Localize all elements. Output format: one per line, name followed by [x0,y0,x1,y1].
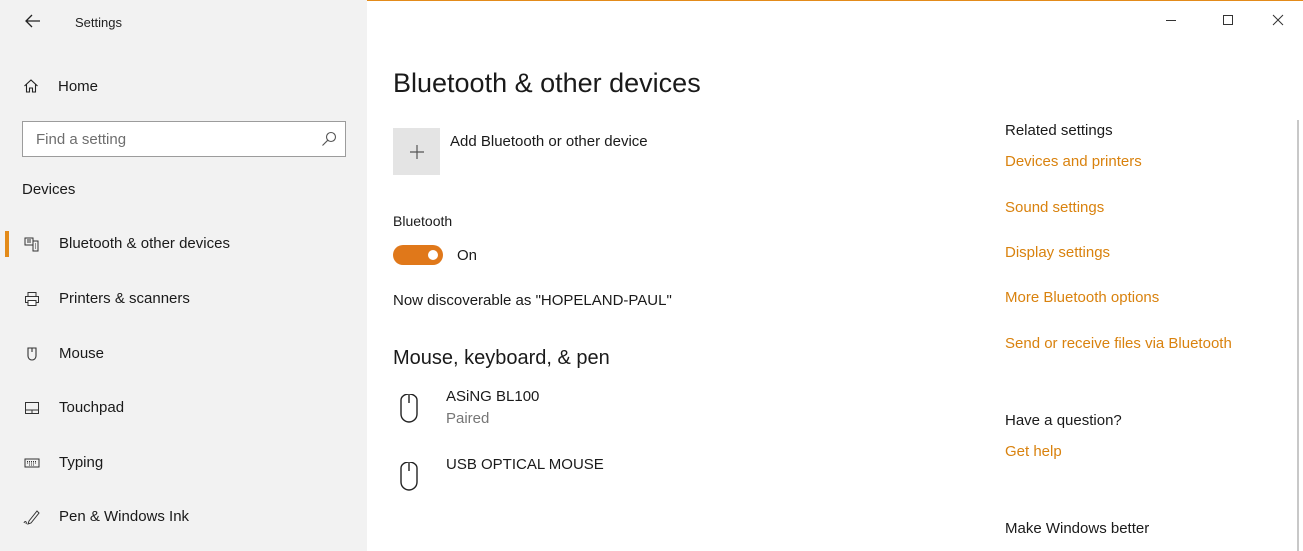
device-item[interactable]: USB OPTICAL MOUSE [393,456,713,506]
add-device-label: Add Bluetooth or other device [450,133,648,150]
link-more-bluetooth-options[interactable]: More Bluetooth options [1005,289,1159,306]
search-input[interactable] [36,130,306,148]
sidebar-item-label: Home [58,77,99,95]
related-settings-heading: Related settings [1005,122,1113,139]
plus-icon [409,144,424,159]
mouse-icon [23,345,41,363]
bluetooth-state: On [457,247,478,264]
sidebar-item-touchpad[interactable]: Touchpad [0,390,367,426]
selection-indicator [5,231,9,257]
device-group-title: Mouse, keyboard, & pen [393,347,610,369]
pen-icon [23,508,41,526]
link-display-settings[interactable]: Display settings [1005,244,1110,261]
device-item[interactable]: ASiNG BL100 Paired [393,388,713,438]
sidebar-item-label: Mouse [59,345,105,362]
touchpad-icon [23,399,41,417]
device-status: Paired [446,410,490,427]
device-name: USB OPTICAL MOUSE [446,456,604,473]
app-title: Settings [75,15,122,30]
sidebar-item-label: Touchpad [59,399,125,416]
sidebar-item-home[interactable]: Home [22,74,98,98]
link-sound-settings[interactable]: Sound settings [1005,199,1104,216]
feedback-heading: Make Windows better [1005,520,1150,537]
search-icon[interactable] [321,131,337,147]
page-title: Bluetooth & other devices [393,68,701,98]
keyboard-icon [23,454,41,472]
sidebar-item-pen[interactable]: Pen & Windows Ink [0,499,367,535]
sidebar-item-printers[interactable]: Printers & scanners [0,281,367,317]
bluetooth-devices-icon [23,235,41,253]
sidebar-item-mouse[interactable]: Mouse [0,336,367,372]
printer-icon [23,290,41,308]
sidebar-item-label: Printers & scanners [59,290,190,307]
bluetooth-label: Bluetooth [393,213,453,229]
get-help-link[interactable]: Get help [1005,443,1062,460]
add-tile [393,128,440,175]
device-name: ASiNG BL100 [446,388,540,405]
link-send-receive-files[interactable]: Send or receive files via Bluetooth [1005,335,1232,352]
related-settings-panel: Related settings Devices and printers So… [1005,0,1295,551]
back-arrow-icon [25,14,40,28]
mouse-icon [400,394,418,423]
sidebar-item-bluetooth[interactable]: Bluetooth & other devices [0,226,367,262]
toggle-knob [428,250,438,260]
sidebar: Settings Home Devices Bluetooth & other … [0,0,367,551]
bluetooth-toggle[interactable] [393,245,443,265]
add-device-button[interactable]: Add Bluetooth or other device [393,128,713,176]
sidebar-item-typing[interactable]: Typing [0,445,367,481]
sidebar-section-heading: Devices [22,181,76,198]
question-heading: Have a question? [1005,412,1122,429]
sidebar-item-label: Typing [59,454,104,471]
scrollbar[interactable] [1297,120,1299,551]
sidebar-item-label: Pen & Windows Ink [59,508,190,525]
search-box[interactable] [22,121,346,157]
home-icon [22,77,40,95]
discoverable-text: Now discoverable as "HOPELAND-PAUL" [393,292,672,309]
mouse-icon [400,462,418,491]
back-button[interactable] [22,10,44,32]
sidebar-item-label: Bluetooth & other devices [59,235,230,252]
link-devices-and-printers[interactable]: Devices and printers [1005,153,1142,170]
